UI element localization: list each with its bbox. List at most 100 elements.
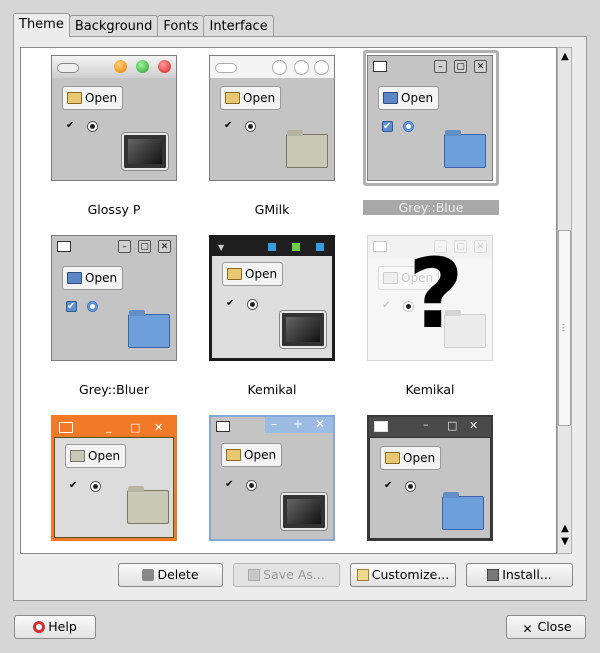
missing-preview-question-icon: ?: [408, 238, 464, 350]
preview-open-button: Open: [380, 446, 442, 470]
theme-item-grey-blue[interactable]: – ▢ ✕ Open ✔ Grey::Blue: [357, 50, 507, 220]
checkbox-icon: ✔: [226, 298, 235, 309]
window-menu-icon: [373, 61, 387, 72]
theme-preview: Open ✔: [51, 55, 177, 181]
theme-name: GMilk: [254, 202, 290, 217]
theme-name: Grey::Bluer: [79, 382, 149, 397]
delete-button[interactable]: Delete: [118, 563, 223, 587]
folder-open-icon: [67, 92, 82, 104]
preview-titlebar: – ▢ ✕: [368, 56, 492, 78]
monitor-icon: [281, 493, 327, 530]
window-menu-icon: [216, 421, 230, 432]
checkbox-icon: ✔: [382, 121, 393, 132]
install-button[interactable]: Install...: [466, 563, 573, 587]
folder-open-icon: [227, 268, 242, 280]
titlebar-buttons: – + ✕: [265, 417, 333, 433]
radio-icon: [405, 481, 416, 492]
checkbox-icon: ✔: [66, 301, 77, 312]
close-icon: ✕: [158, 240, 171, 253]
preview-open-button: Open: [221, 443, 283, 467]
theme-grid: Open ✔ Glossy P Open ✔ GMilk – ▢ ✕ Open …: [20, 47, 557, 554]
preview-titlebar: – + ✕: [211, 417, 333, 437]
preview-open-button: Open: [62, 86, 124, 110]
grip-icon: ---: [562, 320, 565, 335]
window-menu-icon: [57, 63, 79, 73]
install-icon: [487, 569, 500, 581]
folder-icon: [127, 490, 169, 524]
scroll-up-arrow-icon[interactable]: ▲: [559, 51, 571, 63]
preview-titlebar: ▼: [212, 238, 332, 256]
theme-item-kemikal-missing[interactable]: – ▢ ✕ Open ✔ ? Kemikal: [357, 235, 507, 405]
preview-body: Open ✔: [211, 437, 333, 539]
trash-icon: [142, 569, 155, 581]
preview-open-button: Open: [222, 262, 284, 286]
preview-body: Open ✔: [52, 78, 176, 180]
help-button[interactable]: Help: [14, 615, 96, 639]
preview-open-button: Open: [378, 86, 440, 110]
monitor-icon: [280, 311, 326, 348]
theme-preview: _ □ ✕ Open ✔: [51, 415, 177, 541]
window-menu-icon: [57, 241, 71, 252]
theme-preview: – ▢ ✕ Open ✔: [51, 235, 177, 361]
theme-item-dark[interactable]: – □ ✕ Open ✔: [357, 415, 507, 553]
folder-icon: [442, 496, 484, 530]
folder-open-icon: [226, 449, 241, 461]
close-icon: ✕: [154, 421, 164, 434]
close-icon: ✕: [522, 622, 533, 636]
theme-item-orange[interactable]: _ □ ✕ Open ✔: [41, 415, 191, 553]
minimize-icon: [272, 60, 287, 75]
radio-icon: [247, 299, 258, 310]
drive-icon: [383, 92, 398, 104]
minimize-icon: –: [271, 417, 277, 431]
theme-item-grey-bluer[interactable]: – ▢ ✕ Open ✔ Grey::Bluer: [41, 235, 191, 405]
tab-background[interactable]: Background: [68, 15, 159, 36]
folder-icon: [444, 134, 486, 168]
theme-preview: – + ✕ Open ✔: [209, 415, 335, 541]
maximize-icon: [292, 243, 300, 251]
folder-icon: [286, 134, 328, 168]
close-icon: [316, 243, 324, 251]
monitor-icon: [122, 133, 168, 170]
theme-item-blue[interactable]: – + ✕ Open ✔: [199, 415, 349, 553]
theme-name: Glossy P: [87, 202, 141, 217]
checkbox-icon: ✔: [224, 120, 233, 131]
tab-interface[interactable]: Interface: [203, 15, 274, 36]
checkbox-icon: ✔: [225, 479, 234, 490]
preview-body: Open ✔: [212, 256, 332, 358]
radio-icon: [403, 121, 414, 132]
preview-body: Open ✔: [369, 437, 491, 539]
close-icon: ✕: [474, 60, 487, 73]
radio-icon: [245, 121, 256, 132]
theme-preview: – ▢ ✕ Open ✔: [367, 55, 493, 181]
close-icon: [314, 60, 329, 75]
theme-item-glossy-p[interactable]: Open ✔ Glossy P: [41, 55, 191, 225]
maximize-icon: [136, 60, 149, 73]
radio-icon: [90, 481, 101, 492]
minimize-icon: [114, 60, 127, 73]
preview-titlebar: – □ ✕: [369, 417, 491, 437]
preview-titlebar: – ▢ ✕: [52, 236, 176, 258]
save-as-button[interactable]: Save As...: [233, 563, 340, 587]
theme-item-gmilk[interactable]: Open ✔ GMilk: [199, 55, 349, 225]
scroll-down-arrow-icon[interactable]: ▼: [559, 536, 571, 548]
close-button[interactable]: ✕ Close: [506, 615, 586, 639]
preview-titlebar: [210, 56, 334, 79]
preview-open-button: Open: [62, 266, 124, 290]
scrollbar-thumb[interactable]: ---: [558, 230, 571, 426]
theme-preview: – ▢ ✕ Open ✔ ?: [367, 235, 493, 361]
save-icon: [248, 569, 261, 581]
maximize-icon: ▢: [454, 60, 467, 73]
tab-theme[interactable]: Theme: [13, 13, 70, 37]
checkbox-icon: ✔: [66, 120, 75, 131]
preview-open-button: Open: [220, 86, 282, 110]
customize-button[interactable]: Customize...: [350, 563, 456, 587]
preview-titlebar: [52, 56, 176, 79]
scroll-up-arrow-icon[interactable]: ▲: [559, 523, 571, 535]
theme-item-kemikal[interactable]: ▼ Open ✔ Kemikal: [199, 235, 349, 405]
maximize-icon: □: [447, 419, 458, 432]
theme-name: Kemikal: [405, 382, 455, 397]
folder-open-icon: [385, 452, 400, 464]
tab-fonts[interactable]: Fonts: [157, 15, 205, 36]
theme-grid-scrollbar[interactable]: ▲ --- ▲ ▼: [557, 47, 572, 554]
preview-body: Open ✔: [54, 437, 174, 538]
